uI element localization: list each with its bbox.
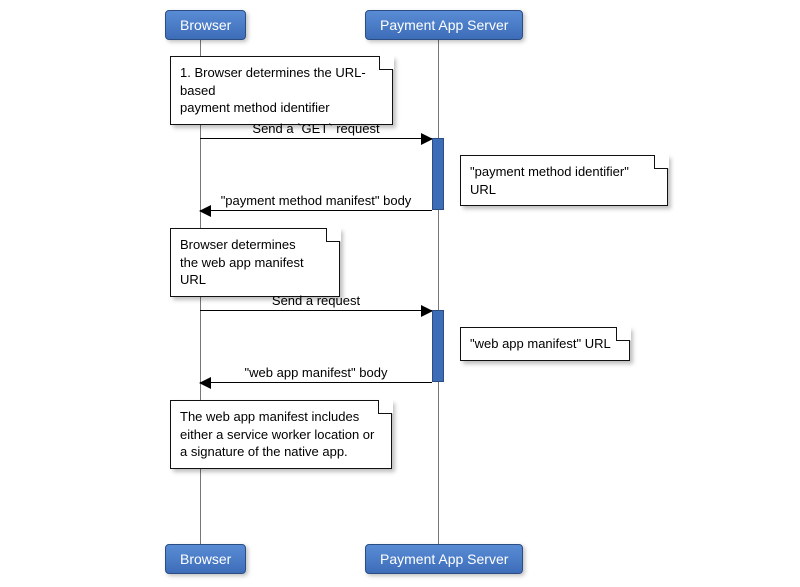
note-wam-contents: The web app manifest includes either a s… — [170, 400, 392, 469]
arrow-left-icon — [199, 377, 211, 389]
participant-label: Payment App Server — [380, 17, 508, 33]
message-send-request: Send a request — [200, 310, 432, 311]
note-initial-determination: 1. Browser determines the URL-based paym… — [170, 56, 393, 125]
message-label: Send a request — [200, 293, 432, 308]
message-wam-body: "web app manifest" body — [200, 382, 432, 383]
note-text: Browser determines the web app manifest … — [180, 237, 304, 287]
note-text: 1. Browser determines the URL-based paym… — [180, 65, 366, 115]
participant-browser-bottom: Browser — [165, 544, 246, 574]
message-label: "payment method manifest" body — [200, 193, 432, 208]
note-text: "web app manifest" URL — [470, 336, 611, 351]
message-get-request: Send a `GET` request — [200, 138, 432, 139]
note-wam-url: "web app manifest" URL — [460, 327, 630, 361]
participant-browser-top: Browser — [165, 10, 246, 40]
participant-server-bottom: Payment App Server — [365, 544, 523, 574]
participant-label: Browser — [180, 17, 231, 33]
message-label: Send a `GET` request — [200, 121, 432, 136]
activation-bar — [432, 138, 444, 210]
participant-server-top: Payment App Server — [365, 10, 523, 40]
lifeline-server — [438, 36, 439, 546]
message-label: "web app manifest" body — [200, 365, 432, 380]
note-text: The web app manifest includes either a s… — [180, 409, 374, 459]
participant-label: Payment App Server — [380, 551, 508, 567]
activation-bar — [432, 310, 444, 382]
participant-label: Browser — [180, 551, 231, 567]
note-text: "payment method identifier" URL — [470, 164, 629, 197]
note-pmid-url: "payment method identifier" URL — [460, 155, 668, 206]
message-manifest-body: "payment method manifest" body — [200, 210, 432, 211]
note-determine-wam-url: Browser determines the web app manifest … — [170, 228, 340, 297]
arrow-left-icon — [199, 205, 211, 217]
